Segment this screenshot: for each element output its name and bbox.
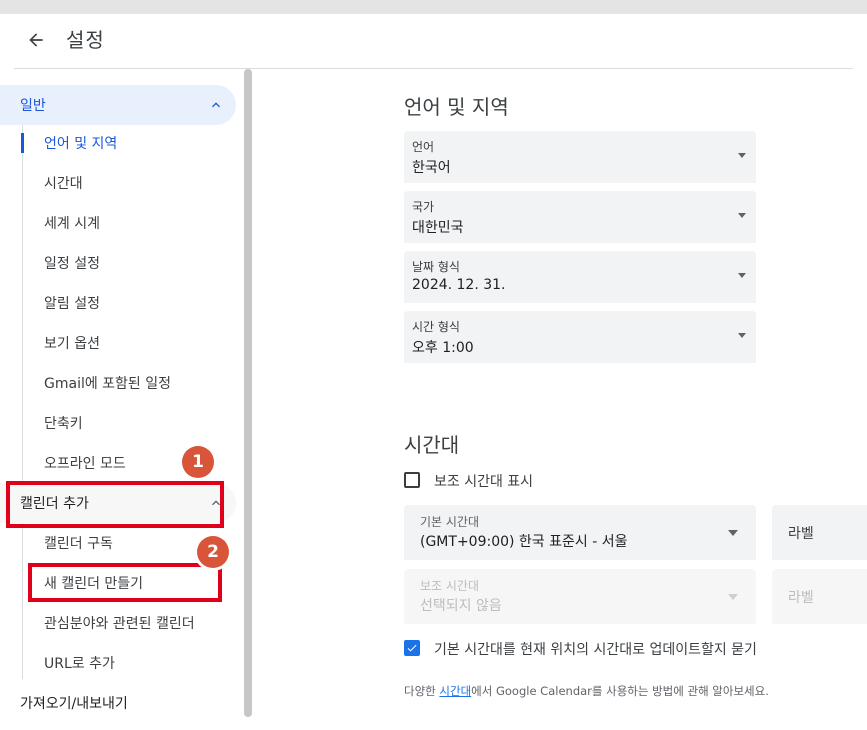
- update-timezone-checkbox[interactable]: [404, 640, 420, 656]
- sidebar-item-label: URL로 추가: [44, 656, 115, 672]
- field-value: 선택되지 않음: [420, 598, 502, 614]
- timezone-help-text: 다양한 시간대에서 Google Calendar를 사용하는 방법에 관해 알…: [404, 683, 769, 699]
- highlight-box-add-calendar: [6, 481, 224, 528]
- field-value: 2024. 12. 31.: [412, 277, 506, 293]
- date-format-select[interactable]: 날짜 형식 2024. 12. 31.: [404, 251, 756, 303]
- secondary-timezone-checkbox[interactable]: [404, 472, 420, 488]
- step-badge-2: 2: [197, 536, 229, 568]
- sidebar-item-label: 언어 및 지역: [44, 136, 118, 152]
- nav-group-import-export[interactable]: 가져오기/내보내기: [0, 683, 236, 723]
- help-text-suffix: 에서 Google Calendar를 사용하는 방법에 관해 알아보세요.: [471, 684, 769, 698]
- sidebar-item-language-region[interactable]: 언어 및 지역: [24, 123, 236, 163]
- tree-line-add-calendar: [22, 523, 23, 679]
- chevron-up-icon: [212, 102, 220, 108]
- dropdown-arrow-icon: [738, 213, 746, 218]
- timezone-help-link[interactable]: 시간대: [439, 684, 471, 698]
- settings-header: 설정: [14, 14, 853, 69]
- highlight-box-create-calendar: [28, 563, 222, 602]
- sidebar-item-shortcuts[interactable]: 단축키: [24, 403, 236, 443]
- sidebar-item-label: 캘린더 구독: [44, 536, 113, 552]
- settings-main: 언어 및 지역 언어 한국어 국가 대한민국 날짜 형식 2024. 12. 3…: [256, 69, 867, 730]
- sidebar-item-label: 세계 시계: [44, 216, 100, 232]
- page-title: 설정: [66, 28, 105, 52]
- section-title-language-region: 언어 및 지역: [404, 95, 509, 119]
- nav-group-general[interactable]: 일반: [0, 85, 236, 125]
- time-format-select[interactable]: 시간 형식 오후 1:00: [404, 311, 756, 363]
- field-label: 보조 시간대: [420, 579, 480, 593]
- field-value: (GMT+09:00) 한국 표준시 - 서울: [420, 534, 628, 550]
- field-label: 국가: [412, 200, 435, 214]
- primary-timezone-label-field[interactable]: 라벨: [772, 505, 867, 560]
- dropdown-arrow-icon: [738, 153, 746, 158]
- sidebar-item-label: 단축키: [44, 416, 83, 432]
- settings-window: 설정 일반 언어 및 지역 시간대 세계 시계 일정 설정 알림 설정 보기 옵…: [0, 0, 867, 730]
- sidebar-scrollbar[interactable]: [244, 69, 252, 717]
- sidebar-item-notification-settings[interactable]: 알림 설정: [24, 283, 236, 323]
- dropdown-arrow-icon: [738, 273, 746, 278]
- field-value: 대한민국: [412, 220, 464, 236]
- dropdown-arrow-icon: [728, 594, 738, 600]
- sidebar-item-view-options[interactable]: 보기 옵션: [24, 323, 236, 363]
- field-label: 시간 형식: [412, 320, 460, 334]
- update-timezone-checkbox-label: 기본 시간대를 현재 위치의 시간대로 업데이트할지 묻기: [434, 642, 757, 658]
- sidebar-item-add-by-url[interactable]: URL로 추가: [24, 643, 236, 683]
- secondary-timezone-checkbox-label: 보조 시간대 표시: [434, 474, 534, 490]
- field-label: 날짜 형식: [412, 260, 460, 274]
- arrow-back-icon: [29, 33, 43, 47]
- sidebar-item-label: 알림 설정: [44, 296, 100, 312]
- dropdown-arrow-icon: [728, 530, 738, 536]
- back-button[interactable]: [20, 24, 52, 56]
- field-value: 한국어: [412, 160, 451, 176]
- secondary-timezone-select: 보조 시간대 선택되지 않음: [404, 569, 756, 624]
- secondary-timezone-label-field: 라벨: [772, 569, 867, 624]
- settings-sidebar: 일반 언어 및 지역 시간대 세계 시계 일정 설정 알림 설정 보기 옵션 G…: [0, 69, 256, 730]
- nav-group-label: 일반: [20, 98, 46, 114]
- sidebar-item-label: Gmail에 포함된 일정: [44, 376, 172, 392]
- section-title-timezone: 시간대: [404, 433, 460, 457]
- sidebar-item-gmail-events[interactable]: Gmail에 포함된 일정: [24, 363, 236, 403]
- sidebar-item-label: 보기 옵션: [44, 336, 100, 352]
- step-badge-1: 1: [182, 446, 214, 478]
- field-value: 오후 1:00: [412, 340, 474, 356]
- field-label: 기본 시간대: [420, 515, 480, 529]
- sidebar-item-event-settings[interactable]: 일정 설정: [24, 243, 236, 283]
- sidebar-item-timezone[interactable]: 시간대: [24, 163, 236, 203]
- field-placeholder: 라벨: [788, 590, 814, 606]
- sidebar-item-label: 오프라인 모드: [44, 456, 126, 472]
- tree-line-general: [22, 125, 23, 485]
- nav-group-label: 가져오기/내보내기: [20, 696, 128, 712]
- language-select[interactable]: 언어 한국어: [404, 131, 756, 183]
- field-label: 언어: [412, 140, 435, 154]
- sidebar-item-label: 시간대: [44, 176, 83, 192]
- help-text-prefix: 다양한: [404, 684, 440, 698]
- sidebar-item-label: 관심분야와 관련된 캘린더: [44, 616, 195, 632]
- field-placeholder: 라벨: [788, 526, 814, 542]
- primary-timezone-select[interactable]: 기본 시간대 (GMT+09:00) 한국 표준시 - 서울: [404, 505, 756, 560]
- sidebar-item-world-clock[interactable]: 세계 시계: [24, 203, 236, 243]
- dropdown-arrow-icon: [738, 333, 746, 338]
- sidebar-item-interest-calendars[interactable]: 관심분야와 관련된 캘린더: [24, 603, 236, 643]
- window-top-edge: [0, 0, 867, 14]
- country-select[interactable]: 국가 대한민국: [404, 191, 756, 243]
- sidebar-item-label: 일정 설정: [44, 256, 100, 272]
- checkmark-icon: [407, 644, 417, 652]
